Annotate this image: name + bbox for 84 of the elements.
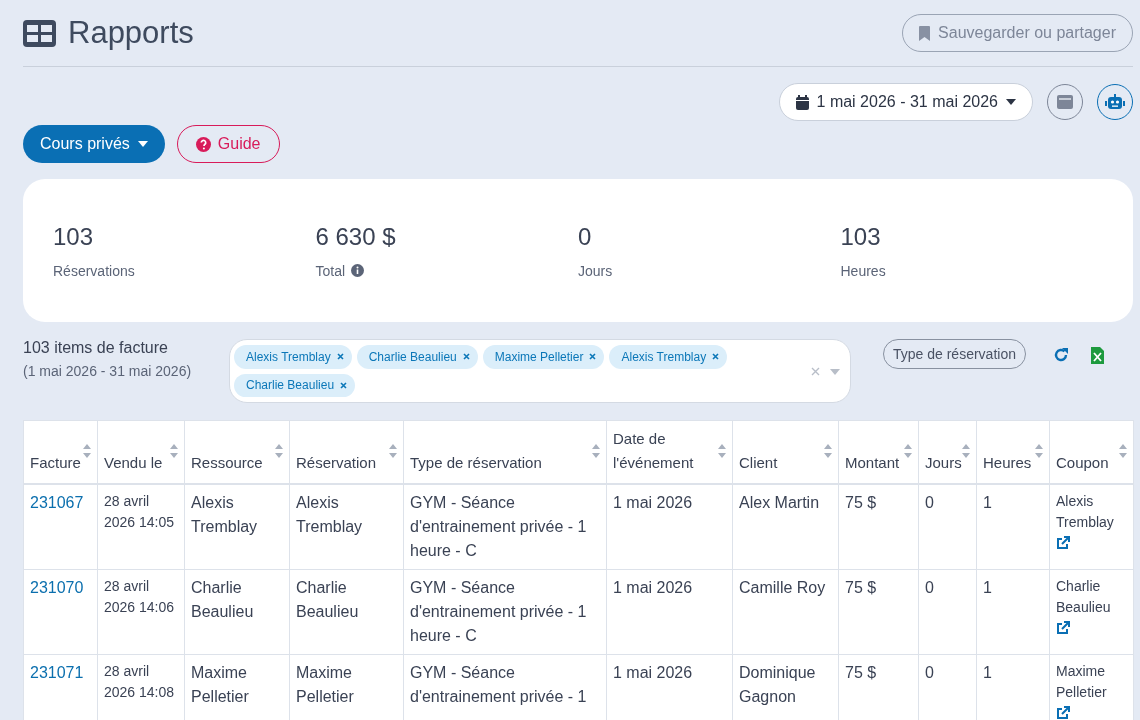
table-cell: Maxime Pelletier: [296, 664, 354, 705]
sort-icon[interactable]: [824, 443, 832, 459]
remove-icon[interactable]: [462, 353, 470, 361]
sort-icon[interactable]: [275, 443, 283, 459]
stat-value: 103: [840, 222, 882, 251]
table-cell: 75 $: [845, 664, 877, 681]
external-link-icon[interactable]: [1056, 706, 1070, 720]
table-cell-text: Alexis Tremblay: [1056, 492, 1115, 532]
table-icon: [23, 19, 56, 47]
info-icon[interactable]: [351, 264, 365, 277]
table-cell: 28 avril 2026 14:08: [104, 663, 175, 700]
table-cell: 1: [983, 579, 992, 596]
sort-icon[interactable]: [389, 443, 397, 459]
robot-icon: [1105, 94, 1125, 110]
table-cell-text: Charlie Beaulieu: [1056, 577, 1112, 617]
table-cell: Alex Martin: [739, 494, 820, 511]
clear-icon[interactable]: [811, 367, 820, 376]
table-cell: 28 avril 2026 14:06: [104, 578, 175, 615]
calendar-icon: [795, 94, 809, 110]
stat-label: Heures: [840, 262, 886, 279]
sort-icon[interactable]: [1119, 443, 1127, 459]
caret-icon[interactable]: [830, 369, 840, 375]
table-cell: 0: [925, 494, 934, 511]
sort-icon[interactable]: [962, 443, 970, 459]
table-cell: 75 $: [845, 579, 877, 596]
table-cell: Alexis Tremblay: [191, 494, 258, 535]
invoice-link[interactable]: 231071: [30, 664, 84, 681]
sort-icon[interactable]: [718, 443, 726, 459]
sort-icon[interactable]: [592, 443, 600, 459]
table-cell: 1 mai 2026: [613, 579, 693, 596]
table-cell: 1: [983, 494, 992, 511]
remove-icon[interactable]: [589, 353, 597, 361]
date-range-button[interactable]: 1 mai 2026 - 31 mai 2026: [778, 83, 1033, 121]
sort-icon[interactable]: [904, 443, 912, 459]
table-cell: Charlie Beaulieu: [296, 579, 359, 620]
bookmark-icon: [919, 25, 931, 41]
report-type-dropdown[interactable]: Cours privés: [23, 125, 165, 163]
table-cell: 1 mai 2026: [613, 664, 693, 681]
table-cell: 1 mai 2026: [613, 494, 693, 511]
caret-icon: [1006, 99, 1016, 105]
filter-tag: Maxime Pelletier: [482, 345, 605, 369]
sort-icon[interactable]: [83, 443, 91, 459]
table-cell: 0: [925, 664, 934, 681]
table-cell: 0: [925, 579, 934, 596]
remove-icon[interactable]: [340, 381, 348, 389]
resource-filter-field[interactable]: Alexis Tremblay Charlie Beaulieu Maxime Pelletier Alexis Tremblay Charlie Beaulieu: [229, 339, 851, 403]
invoice-link[interactable]: 231070: [30, 579, 84, 596]
external-link-icon[interactable]: [1056, 621, 1070, 635]
table-cell-text: Maxime Pelletier: [1056, 662, 1108, 702]
external-link-icon[interactable]: [1056, 536, 1070, 550]
filter-tag: Alexis Tremblay: [609, 345, 728, 369]
items-count: 103 items de facture: [23, 339, 169, 357]
table-cell: Camille Roy: [739, 579, 826, 596]
excel-icon[interactable]: [1090, 347, 1104, 364]
table-cell: 28 avril 2026 14:05: [104, 493, 175, 530]
help-icon: [195, 136, 211, 152]
remove-icon[interactable]: [712, 353, 720, 361]
refresh-icon[interactable]: [1052, 347, 1069, 363]
stat-label: Total: [315, 262, 346, 279]
table-cell: 75 $: [845, 494, 877, 511]
caret-icon: [137, 141, 148, 147]
stat-value: 0: [578, 222, 593, 251]
sort-icon[interactable]: [170, 443, 178, 459]
filter-tag: Charlie Beaulieu: [356, 345, 478, 369]
stat-value: 6 630 $: [315, 222, 397, 251]
table-cell: Dominique Gagnon: [739, 664, 816, 705]
table-cell: GYM - Séance d'entrainement privée - 1: [410, 664, 587, 705]
table-cell: Maxime Pelletier: [191, 664, 249, 705]
card-icon: [1057, 95, 1073, 109]
table-cell: Alexis Tremblay: [296, 494, 363, 535]
page-title: Rapports: [68, 15, 194, 51]
table-cell: GYM - Séance d'entrainement privée - 1 heure - C: [410, 579, 587, 644]
table-cell: 1: [983, 664, 992, 681]
filter-tag: Alexis Tremblay: [234, 345, 352, 369]
sort-icon[interactable]: [1035, 443, 1043, 459]
date-range-text: (1 mai 2026 - 31 mai 2026): [23, 363, 193, 379]
invoice-link[interactable]: 231067: [30, 494, 84, 511]
stat-label: Jours: [578, 262, 613, 279]
stat-value: 103: [53, 222, 95, 251]
stat-label: Réservations: [53, 262, 135, 279]
table-cell: Charlie Beaulieu: [191, 579, 254, 620]
table-cell: GYM - Séance d'entrainement privée - 1 heure - C: [410, 494, 587, 559]
filter-tag: Charlie Beaulieu: [234, 373, 356, 397]
remove-icon[interactable]: [336, 353, 344, 361]
